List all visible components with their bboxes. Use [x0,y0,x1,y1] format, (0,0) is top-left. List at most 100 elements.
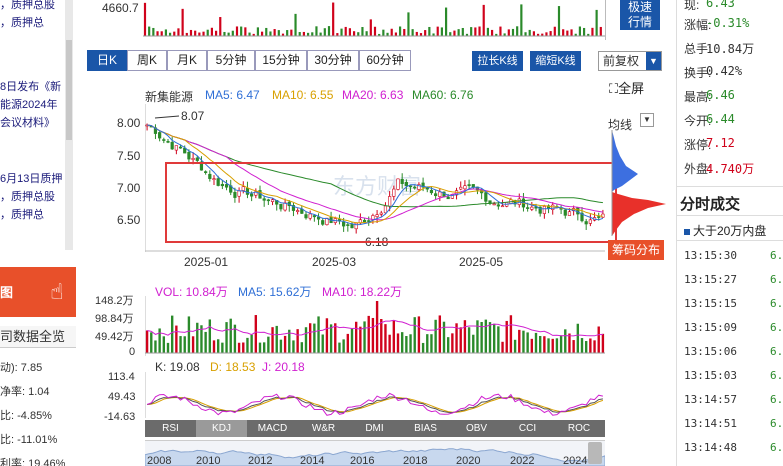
timeline-handle[interactable] [588,442,602,464]
expand-icon: ⛶ [609,81,619,96]
trade-time: 13:15:06 [684,345,737,358]
chevron-down-icon: ▼ [643,115,651,124]
tab-15min[interactable]: 15分钟 [255,50,307,71]
tab-60min[interactable]: 60分钟 [359,50,411,71]
news-item[interactable]: 能源2024年 [0,96,70,114]
ratio-pb: 净率: 1.04 [0,386,50,398]
news-list-3: 6月13日质押 ，质押总股 ，质押总 [0,170,70,224]
timeline-year: 2020 [456,455,481,466]
trades-filter[interactable]: 大于20万内盘 [684,222,766,239]
trades-filter-label: 大于20万内盘 [693,224,767,238]
ma5-label: MA5: 6.47 [205,88,260,102]
trade-price: 6. [770,345,783,358]
trade-time: 13:15:09 [684,321,737,334]
chip-select[interactable]: ▼ [640,113,654,127]
tab-month-k[interactable]: 月K [167,50,207,71]
kline-y-tick: 8.00 [117,116,141,130]
news-scrollbar-thumb[interactable] [66,40,72,140]
quote-value: 7.12 [706,136,735,150]
trade-price: 6. [770,441,783,454]
fullscreen-label: 全屏 [618,81,645,96]
indicator-tab-rsi[interactable]: RSI [145,420,196,437]
trade-time: 13:15:15 [684,297,737,310]
quote-value: 6.46 [706,88,735,102]
trade-price: 6. [770,249,783,262]
tab-5min[interactable]: 5分钟 [207,50,255,71]
trade-price: 6. [770,417,783,430]
trade-time: 13:14:51 [684,417,737,430]
tab-week-k[interactable]: 周K [127,50,167,71]
news-item[interactable]: ，质押总股 [0,188,70,206]
quote-value-partial: 6.43 [706,0,735,10]
square-icon [684,228,690,235]
indicator-tab-cci[interactable]: CCI [502,420,553,437]
trade-price: 6. [770,321,783,334]
indicator-tab-kdj[interactable]: KDJ [196,420,247,437]
fast-quote-line-2: 行情 [627,15,652,29]
news-list-2: 8日发布《新 能源2024年 会议材料》 [0,78,70,132]
volume-chart[interactable] [145,296,605,356]
ratio-pe: 动): 7.85 [0,362,43,374]
timeline-year: 2010 [196,455,221,466]
kdj-y-tick: 49.43 [108,391,136,403]
trade-time: 13:15:30 [684,249,737,262]
kline-y-tick: 7.00 [117,181,141,195]
company-data-title[interactable]: 司数据全览 [0,326,76,348]
fast-quote-line-1: 极速 [627,0,652,14]
zoom-in-button[interactable]: 拉长K线 [472,51,523,71]
trade-price: 6. [770,297,783,310]
trade-time: 13:14:48 [684,441,737,454]
kline-y-tick: 7.50 [117,149,141,163]
kline-x-tick: 2025-03 [312,255,357,269]
fullscreen-button[interactable]: ⛶全屏 [609,78,644,97]
tab-30min[interactable]: 30分钟 [307,50,359,71]
news-item[interactable]: ，质押总股 [0,0,70,14]
indicator-tab-wr[interactable]: W&R [298,420,349,437]
fast-quote-button[interactable]: 极速 行情 [620,0,660,30]
quote-value: 0.42% [706,64,743,78]
trade-price: 6. [770,369,783,382]
kline-x-tick: 2025-01 [184,255,229,269]
zoom-out-button[interactable]: 缩短K线 [530,51,581,71]
chip-distribution-button[interactable]: 筹码分布 [608,240,664,260]
vol-y-tick: 49.42万 [95,331,134,343]
news-item[interactable]: 6月13日质押 [0,170,70,188]
trade-price: 6. [770,393,783,406]
trades-title: 分时成交 [680,196,741,213]
tab-day-k[interactable]: 日K [87,50,127,71]
quote-value: -0.31% [706,16,750,30]
ratio-margin: 利率: 19.46% [0,458,66,466]
ratio-growth-1: 比: -4.85% [0,410,52,422]
timeline-year: 2012 [248,455,273,466]
news-item[interactable]: ，质押总 [0,206,70,224]
indicator-tab-obv[interactable]: OBV [451,420,502,437]
ma60-label: MA60: 6.76 [412,88,474,102]
timeline-year: 2008 [147,455,172,466]
stock-name: 新集能源 [145,90,194,104]
high-marker: 8.07 [181,109,205,123]
vol-ma10-line [146,319,603,337]
ratio-growth-2: 比: -11.01% [0,434,58,446]
news-item[interactable]: 会议材料》 [0,114,70,132]
quote-label-partial: 现: [684,0,700,12]
indicator-tab-macd[interactable]: MACD [247,420,298,437]
news-item[interactable]: ，质押总 [0,14,70,32]
indicator-tab-bias[interactable]: BIAS [400,420,451,437]
right-panel-divider [676,0,677,466]
adjust-select[interactable]: 前复权 ▼ [598,51,662,71]
kdj-chart[interactable] [145,372,605,418]
news-item[interactable]: 8日发布《新 [0,78,70,96]
kdj-j-line [146,392,604,416]
indicator-tab-roc[interactable]: ROC [553,420,605,437]
vol-y-tick: 0 [129,346,136,358]
vol-y-tick: 98.84万 [95,313,134,325]
kdj-y-tick: 113.4 [108,371,135,383]
indicator-tab-dmi[interactable]: DMI [349,420,400,437]
timeline-year: 2024 [563,455,588,466]
timeline-year: 2016 [350,455,375,466]
news-list: ，质押总股 ，质押总 [0,0,70,32]
adjust-select-value: 前复权 [603,54,640,68]
quote-value: 6.44 [706,112,735,126]
trade-time: 13:15:03 [684,369,737,382]
timeline-year: 2014 [300,455,325,466]
